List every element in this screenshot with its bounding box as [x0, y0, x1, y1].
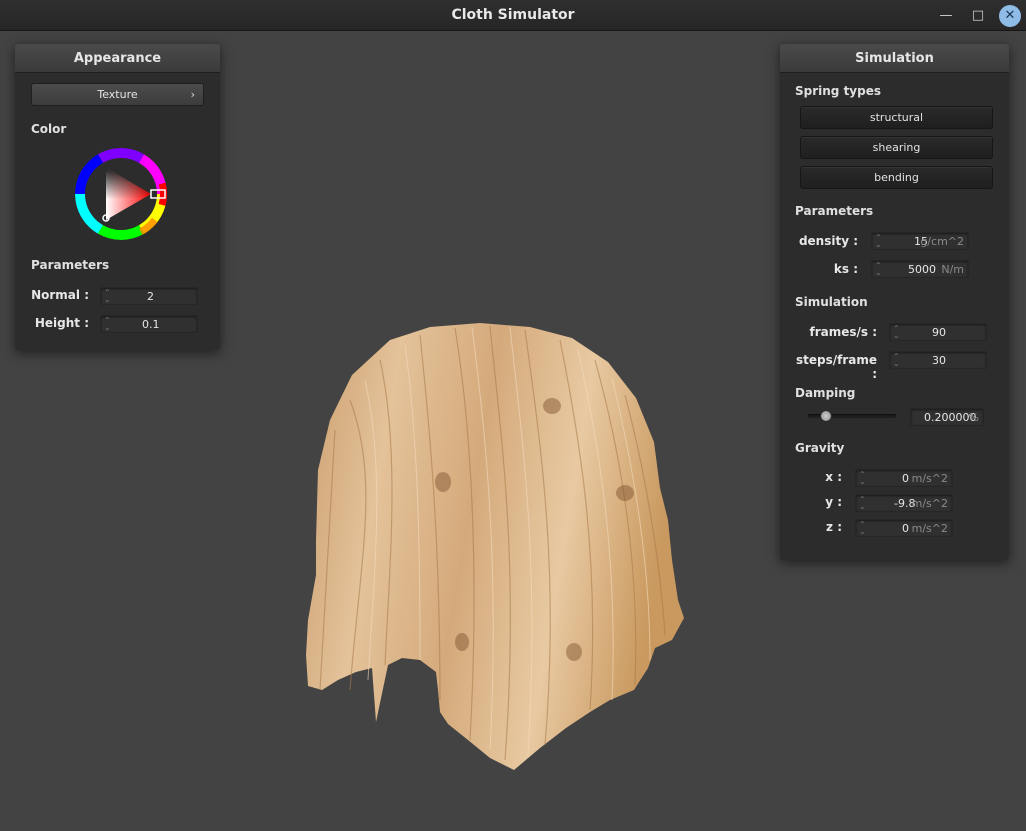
spring-types-label: Spring types: [795, 84, 882, 98]
spinner-icon[interactable]: ⌃ ⌄: [893, 353, 900, 368]
damping-label: Damping: [795, 386, 856, 400]
gravity-y-input[interactable]: ⌃ ⌄ -9.8 m/s^2: [855, 494, 953, 512]
gravity-x-label: x :: [825, 470, 842, 484]
density-input[interactable]: ⌃ ⌄ 15 g/cm^2: [871, 232, 969, 250]
spinner-icon[interactable]: ⌃ ⌄: [893, 325, 900, 340]
chevron-right-icon: ›: [190, 88, 195, 101]
appearance-parameters-label: Parameters: [31, 258, 110, 272]
steps-label: steps/frame :: [795, 353, 877, 381]
height-label: Height :: [34, 316, 89, 330]
structural-button[interactable]: structural: [800, 106, 993, 129]
gravity-y-label: y :: [825, 495, 842, 509]
gravity-label: Gravity: [795, 441, 845, 455]
damping-input[interactable]: 0.200000 %: [910, 408, 984, 426]
steps-value: 30: [932, 354, 946, 367]
sim-parameters-label: Parameters: [795, 204, 874, 218]
steps-input[interactable]: ⌃ ⌄ 30: [889, 351, 987, 369]
gravity-z-label: z :: [826, 520, 842, 534]
bending-button[interactable]: bending: [800, 166, 993, 189]
spinner-icon[interactable]: ⌃ ⌄: [875, 234, 882, 249]
gravity-x-input[interactable]: ⌃ ⌄ 0 m/s^2: [855, 469, 953, 487]
texture-button[interactable]: Texture ›: [31, 83, 204, 106]
fps-label: frames/s :: [809, 325, 877, 339]
title-bar: Cloth Simulator — □ ✕: [0, 0, 1026, 31]
simulation-section-label: Simulation: [795, 295, 868, 309]
fps-value: 90: [932, 326, 946, 339]
close-icon[interactable]: ✕: [999, 5, 1021, 27]
spinner-icon[interactable]: ⌃ ⌄: [859, 471, 866, 486]
spinner-icon[interactable]: ⌃ ⌄: [875, 262, 882, 277]
simulation-title: Simulation: [780, 44, 1009, 73]
color-label: Color: [31, 122, 67, 136]
normal-input[interactable]: ⌃ ⌄ 2: [100, 287, 198, 305]
spinner-icon[interactable]: ⌃ ⌄: [859, 496, 866, 511]
damping-slider-knob[interactable]: [819, 410, 832, 422]
spinner-icon[interactable]: ⌃ ⌄: [859, 521, 866, 536]
maximize-icon[interactable]: □: [968, 6, 988, 26]
normal-label: Normal :: [31, 288, 89, 302]
gravity-z-value: 0: [902, 522, 909, 535]
fps-input[interactable]: ⌃ ⌄ 90: [889, 323, 987, 341]
density-unit: g/cm^2: [920, 235, 964, 248]
gravity-z-input[interactable]: ⌃ ⌄ 0 m/s^2: [855, 519, 953, 537]
texture-button-label: Texture: [97, 88, 138, 101]
height-value: 0.1: [142, 318, 160, 331]
ks-value: 5000: [908, 263, 936, 276]
spinner-icon[interactable]: ⌃ ⌄: [104, 317, 111, 332]
gravity-x-unit: m/s^2: [911, 472, 948, 485]
gravity-x-value: 0: [902, 472, 909, 485]
simulation-panel: Simulation Spring types structural shear…: [780, 44, 1009, 560]
gravity-z-unit: m/s^2: [911, 522, 948, 535]
appearance-title: Appearance: [15, 44, 220, 73]
color-wheel[interactable]: [73, 146, 169, 242]
ks-label: ks :: [833, 262, 858, 276]
height-input[interactable]: ⌃ ⌄ 0.1: [100, 315, 198, 333]
damping-unit: %: [968, 411, 979, 424]
appearance-panel: Appearance Texture › Color Parameters No…: [15, 44, 220, 350]
ks-unit: N/m: [941, 263, 964, 276]
gravity-y-unit: m/s^2: [911, 497, 948, 510]
normal-value: 2: [147, 290, 154, 303]
shearing-button[interactable]: shearing: [800, 136, 993, 159]
spinner-icon[interactable]: ⌃ ⌄: [104, 289, 111, 304]
window-title: Cloth Simulator: [451, 7, 575, 23]
density-label: density :: [798, 234, 858, 248]
minimize-icon[interactable]: —: [936, 6, 956, 26]
ks-input[interactable]: ⌃ ⌄ 5000 N/m: [871, 260, 969, 278]
